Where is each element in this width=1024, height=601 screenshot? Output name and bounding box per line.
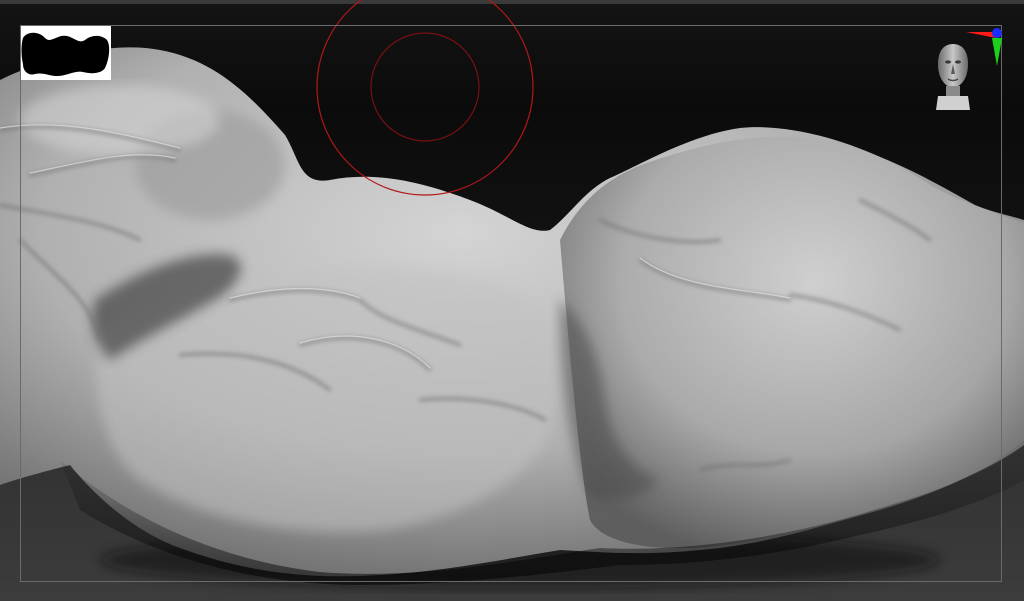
sculpted-model[interactable] (0, 0, 1024, 601)
z-axis-dot (992, 28, 1002, 38)
sculpt-viewport[interactable] (0, 0, 1024, 601)
y-axis-arrow (992, 38, 1002, 66)
x-axis-arrow (966, 32, 996, 38)
brush-alpha-icon[interactable] (21, 26, 111, 80)
axis-gizmo-icon[interactable] (960, 24, 1006, 70)
